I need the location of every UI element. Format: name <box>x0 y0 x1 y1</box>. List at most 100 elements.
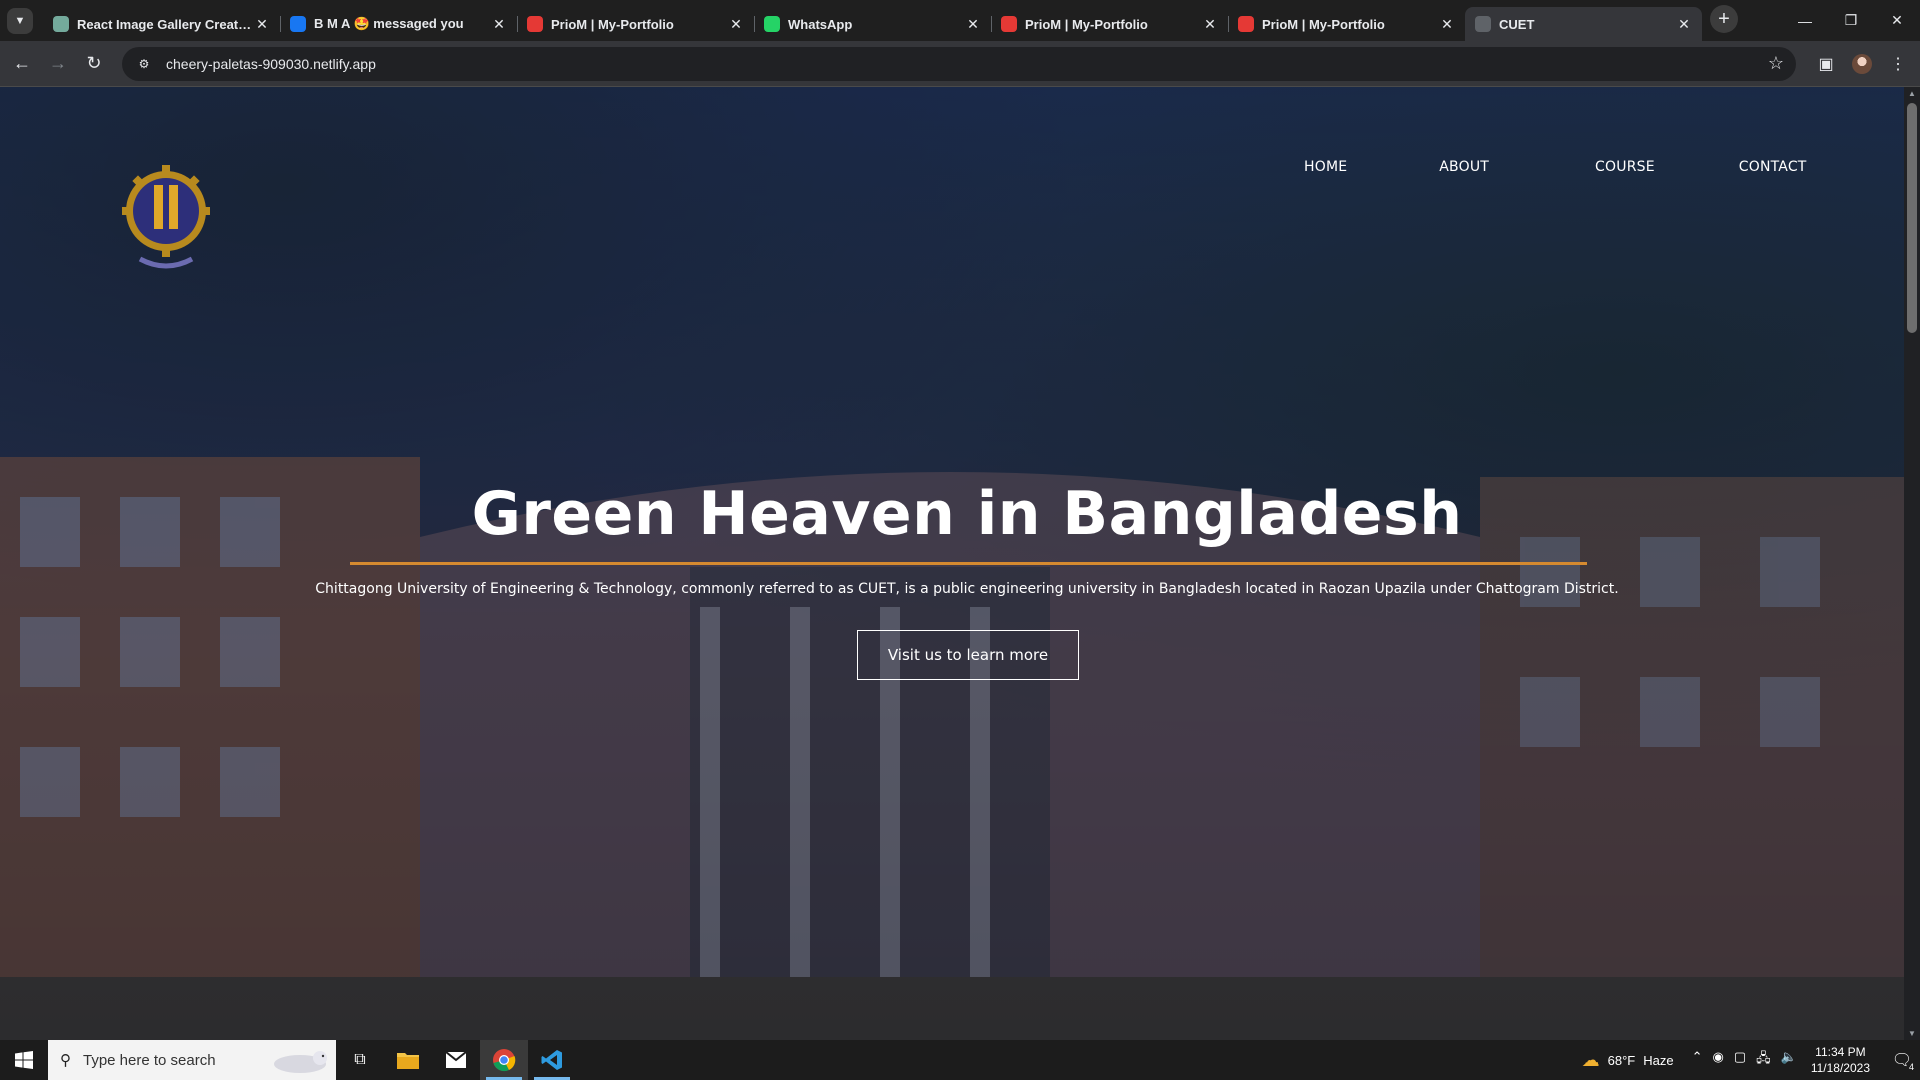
network-icon[interactable]: 🖧 <box>1756 1049 1771 1071</box>
browser-tab[interactable]: B M A 🤩 messaged you ✕ <box>280 7 517 41</box>
nav-about-link[interactable]: ABOUT <box>1439 159 1489 175</box>
tab-title: WhatsApp <box>788 16 853 32</box>
vscode-icon <box>541 1050 562 1070</box>
mail-icon <box>446 1052 466 1068</box>
chrome-taskbar-button[interactable] <box>480 1040 528 1080</box>
close-tab-icon[interactable]: ✕ <box>1202 16 1218 32</box>
hero-title: Green Heaven in Bangladesh <box>471 479 1463 549</box>
task-view-button[interactable]: ⧉ <box>336 1040 384 1080</box>
record-icon[interactable]: ◉ <box>1713 1049 1724 1071</box>
start-button[interactable] <box>0 1040 48 1080</box>
clock-date: 11/18/2023 <box>1810 1061 1870 1075</box>
meet-icon[interactable]: ▢ <box>1734 1049 1746 1071</box>
page-viewport: HOME ABOUT COURSE CONTACT Green Heaven i… <box>0 87 1904 1040</box>
side-panel-button[interactable]: ▣ <box>1810 48 1842 80</box>
close-icon: ✕ <box>1891 12 1903 28</box>
vscode-taskbar-button[interactable] <box>528 1040 576 1080</box>
tray-icons: ⌃ ◉ ▢ 🖧 🔈 <box>1692 1049 1797 1071</box>
close-window-button[interactable]: ✕ <box>1874 0 1920 41</box>
tab-title: PrioM | My-Portfolio <box>551 16 674 32</box>
site-info-icon[interactable]: ⚙ <box>136 56 152 72</box>
nav-contact-link[interactable]: CONTACT <box>1739 159 1807 175</box>
system-clock[interactable]: 11:34 PM 11/18/2023 <box>1811 1044 1870 1076</box>
whatsapp-icon <box>764 16 780 32</box>
portfolio-icon <box>1238 16 1254 32</box>
tab-list: React Image Gallery Creation ✕ B M A 🤩 mes… <box>43 0 1702 41</box>
tab-title: B M A 🤩 messaged you <box>314 16 464 31</box>
browser-tab[interactable]: PrioM | My-Portfolio ✕ <box>991 7 1228 41</box>
window-controls: — ❐ ✕ <box>1782 0 1920 41</box>
minimize-icon: — <box>1798 12 1812 29</box>
address-bar[interactable]: ⚙ cheery-paletas-909030.netlify.app ☆ <box>122 46 1796 81</box>
search-icon: ⚲ <box>60 1052 71 1069</box>
site-navigation: HOME ABOUT COURSE CONTACT <box>1304 159 1807 175</box>
file-explorer-button[interactable] <box>384 1040 432 1080</box>
bookmark-star-icon[interactable]: ☆ <box>1768 53 1784 74</box>
windows-taskbar: ⚲ Type here to search ⧉ ☁ 68°F Haze ⌃ ◉ … <box>0 1040 1920 1080</box>
tab-title: PrioM | My-Portfolio <box>1262 16 1385 32</box>
reload-button[interactable]: ↻ <box>76 46 112 82</box>
browser-tab-active[interactable]: CUET ✕ <box>1465 7 1702 41</box>
browser-tab[interactable]: PrioM | My-Portfolio ✕ <box>517 7 754 41</box>
close-tab-icon[interactable]: ✕ <box>728 16 744 32</box>
toolbar-actions: ▣ ⋮ <box>1810 48 1914 80</box>
weather-condition: Haze <box>1643 1052 1674 1068</box>
globe-icon <box>1475 16 1491 32</box>
new-tab-button[interactable]: + <box>1710 5 1738 33</box>
volume-icon[interactable]: 🔈 <box>1781 1049 1797 1071</box>
close-tab-icon[interactable]: ✕ <box>965 16 981 32</box>
weather-temperature: 68°F <box>1607 1052 1636 1068</box>
search-placeholder: Type here to search <box>83 1051 216 1069</box>
visit-us-button[interactable]: Visit us to learn more <box>857 630 1079 680</box>
chatgpt-icon <box>53 16 69 32</box>
chevron-down-icon: ▼ <box>14 14 26 27</box>
close-tab-icon[interactable]: ✕ <box>1676 16 1692 32</box>
url-text[interactable]: cheery-paletas-909030.netlify.app <box>166 56 376 72</box>
cuet-logo[interactable] <box>122 161 210 271</box>
browser-tab-strip: ▼ React Image Gallery Creation ✕ B M A 🤩 m… <box>0 0 1920 41</box>
hero-description: Chittagong University of Engineering & T… <box>315 581 1619 597</box>
nav-course-link[interactable]: COURSE <box>1595 159 1655 175</box>
menu-button[interactable]: ⋮ <box>1882 48 1914 80</box>
mail-button[interactable] <box>432 1040 480 1080</box>
reload-icon: ↻ <box>86 53 102 73</box>
tab-title: PrioM | My-Portfolio <box>1025 16 1148 32</box>
chevron-up-icon[interactable]: ⌃ <box>1692 1049 1703 1071</box>
search-highlight-illustration <box>274 1051 327 1073</box>
portfolio-icon <box>527 16 543 32</box>
restore-button[interactable]: ❐ <box>1828 0 1874 41</box>
hero-divider <box>350 562 1587 565</box>
scroll-up-icon[interactable]: ▲ <box>1908 89 1916 98</box>
close-tab-icon[interactable]: ✕ <box>254 16 270 32</box>
restore-icon: ❐ <box>1844 12 1858 28</box>
side-panel-icon: ▣ <box>1818 55 1834 73</box>
notification-count: 4 <box>1908 1062 1914 1072</box>
arrow-left-icon: ← <box>13 53 31 73</box>
tab-title: CUET <box>1499 16 1535 32</box>
tab-search-button[interactable]: ▼ <box>7 7 33 34</box>
browser-tab[interactable]: WhatsApp ✕ <box>754 7 991 41</box>
weather-haze-icon: ☁ <box>1581 1049 1600 1070</box>
arrow-right-icon: → <box>49 53 67 73</box>
browser-toolbar: ← → ↻ ⚙ cheery-paletas-909030.netlify.ap… <box>0 41 1920 87</box>
page-scrollbar[interactable]: ▲ ▼ <box>1904 87 1920 1040</box>
weather-widget[interactable]: ☁ 68°F Haze <box>1582 1050 1674 1071</box>
tab-title: React Image Gallery Creation <box>77 16 254 32</box>
nav-home-link[interactable]: HOME <box>1304 159 1347 175</box>
task-view-icon: ⧉ <box>354 1051 366 1068</box>
browser-tab[interactable]: PrioM | My-Portfolio ✕ <box>1228 7 1465 41</box>
notification-center-button[interactable]: 🗨 4 <box>1884 1040 1920 1080</box>
taskbar-search[interactable]: ⚲ Type here to search <box>48 1040 336 1080</box>
browser-tab[interactable]: React Image Gallery Creation ✕ <box>43 7 280 41</box>
close-tab-icon[interactable]: ✕ <box>1439 16 1455 32</box>
scrollbar-thumb[interactable] <box>1907 103 1917 333</box>
close-tab-icon[interactable]: ✕ <box>491 16 507 32</box>
avatar <box>1852 53 1872 74</box>
chrome-icon <box>493 1049 516 1072</box>
forward-button[interactable]: → <box>40 46 76 82</box>
profile-button[interactable] <box>1846 48 1878 80</box>
scroll-down-icon[interactable]: ▼ <box>1908 1029 1916 1038</box>
minimize-button[interactable]: — <box>1782 0 1828 41</box>
plus-icon: + <box>1718 7 1730 30</box>
back-button[interactable]: ← <box>4 46 40 82</box>
